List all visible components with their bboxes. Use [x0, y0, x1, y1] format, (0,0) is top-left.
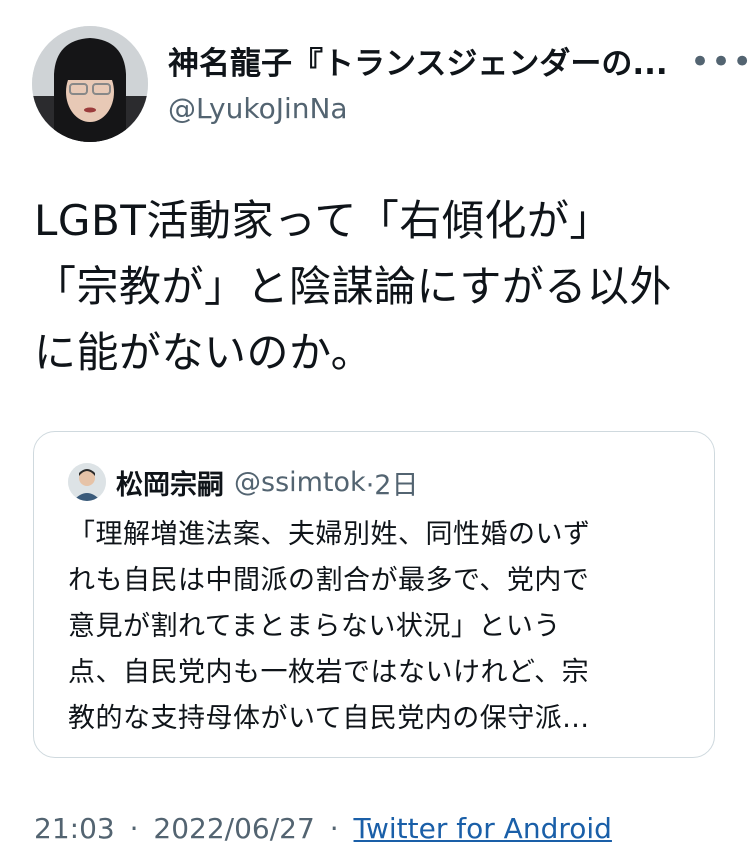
quoted-tweet-text: 「理解増進法案、夫婦別姓、同性婚のいず れも自民は中間派の割合が最多で、党内で … — [68, 512, 688, 742]
author-display-name[interactable]: 神名龍子『トランスジェンダーの... — [168, 44, 688, 84]
quoted-avatar-image — [68, 463, 106, 501]
tweet-line: に能がないのか。 — [34, 328, 374, 377]
quoted-line: 意見が割れてまとまらない状況」という — [68, 611, 561, 642]
quoted-line: 「理解増進法案、夫婦別姓、同性婚のいず — [68, 519, 591, 550]
quoted-author-name: 松岡宗嗣 — [116, 469, 224, 501]
author-avatar[interactable] — [32, 26, 148, 142]
author-handle[interactable]: @LyukoJinNa — [168, 90, 698, 128]
meta-separator: · — [129, 812, 139, 845]
tweet-date[interactable]: 2022/06/27 — [153, 812, 314, 845]
author-block: 神名龍子『トランスジェンダーの... @LyukoJinNa — [168, 44, 698, 128]
quoted-tweet-time: ·2日 — [365, 469, 419, 501]
tweet-meta: 21:03 · 2022/06/27 · Twitter for Android — [34, 811, 612, 847]
quoted-tweet-header: 松岡宗嗣 @ssimtok ·2日 — [68, 462, 418, 502]
quoted-author-avatar — [68, 463, 106, 501]
tweet-line: LGBT活動家って「右傾化が」 — [34, 196, 612, 245]
avatar-image — [32, 26, 148, 142]
quoted-line: 点、自民党内も一枚岩ではないけれど、宗 — [68, 657, 590, 688]
quoted-author-handle: @ssimtok — [234, 466, 366, 498]
tweet-text: LGBT活動家って「右傾化が」 「宗教が」と陰謀論にすがる以外 に能がないのか。 — [34, 188, 724, 386]
tweet-source-link[interactable]: Twitter for Android — [354, 812, 612, 845]
quoted-line: れも自民は中間派の割合が最多で、党内で — [68, 565, 590, 596]
tweet-line: 「宗教が」と陰謀論にすがる以外 — [34, 262, 672, 311]
more-icon[interactable]: ••• — [690, 42, 750, 82]
quoted-line: 教的な支持母体がいて自民党内の保守派... — [68, 703, 590, 734]
meta-separator: · — [329, 812, 339, 845]
quoted-tweet-card[interactable]: 松岡宗嗣 @ssimtok ·2日 「理解増進法案、夫婦別姓、同性婚のいず れも… — [33, 431, 715, 758]
tweet-time[interactable]: 21:03 — [34, 812, 115, 845]
